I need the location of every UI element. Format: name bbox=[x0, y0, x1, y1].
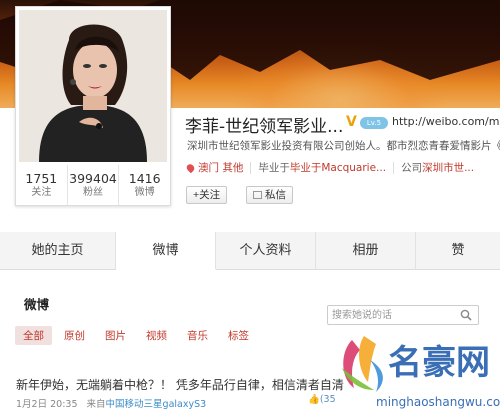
avatar-card: 1751 关注 399404 粉丝 1416 微博 bbox=[15, 6, 171, 206]
profile-intro: 深圳市世纪领军影业投资有限公司创始人。都市烈恋青春爱情影片《谁 bbox=[187, 140, 500, 152]
stat-label: 粉丝 bbox=[83, 187, 103, 198]
stats-row: 1751 关注 399404 粉丝 1416 微博 bbox=[16, 165, 170, 205]
stat-following[interactable]: 1751 关注 bbox=[16, 165, 68, 205]
profile-nav: 她的主页 微博 个人资料 相册 赞 bbox=[0, 232, 500, 270]
watermark-brand: 名豪网 bbox=[388, 343, 490, 383]
company-tag[interactable]: 深圳市世... bbox=[422, 160, 474, 175]
tab-profile-info[interactable]: 个人资料 bbox=[216, 232, 316, 270]
follow-button[interactable]: +关注 bbox=[186, 186, 228, 204]
message-label: 私信 bbox=[265, 189, 286, 201]
message-icon bbox=[253, 191, 262, 199]
like-icon: 👍 bbox=[308, 394, 320, 405]
post-text: 新年伊始，无端躺着中枪？！ 凭多年品行自律，相信清者自清 bbox=[16, 378, 344, 392]
filter-videos[interactable]: 视频 bbox=[138, 326, 175, 345]
feed-search bbox=[327, 305, 479, 325]
stat-posts[interactable]: 1416 微博 bbox=[119, 165, 170, 205]
post-time[interactable]: 1月2日 20:35 bbox=[16, 399, 78, 410]
tab-likes[interactable]: 赞 bbox=[416, 232, 500, 270]
tab-weibo[interactable]: 微博 bbox=[116, 232, 216, 270]
tab-home[interactable]: 她的主页 bbox=[0, 232, 116, 270]
stat-value: 1751 bbox=[25, 171, 58, 186]
company-prefix: 公司 bbox=[401, 162, 423, 174]
school-tag[interactable]: 毕业于Macquarie... bbox=[290, 160, 386, 175]
stat-followers[interactable]: 399404 粉丝 bbox=[68, 165, 120, 205]
post-source-prefix: 来自 bbox=[86, 399, 106, 410]
profile-name[interactable]: 李菲-世纪领军影业... bbox=[185, 112, 343, 137]
filter-tags[interactable]: 标签 bbox=[220, 326, 257, 345]
filter-images[interactable]: 图片 bbox=[97, 326, 134, 345]
level-badge[interactable]: Lv.5 bbox=[360, 117, 388, 129]
v-verified-icon[interactable]: V bbox=[346, 115, 358, 129]
post-meta: 1月2日 20:35 来自中国移动三星galaxyS3 bbox=[16, 396, 206, 410]
location-icon bbox=[185, 162, 196, 173]
stat-value: 399404 bbox=[69, 171, 117, 186]
filter-original[interactable]: 原创 bbox=[56, 326, 93, 345]
location-tag[interactable]: 澳门 其他 bbox=[198, 160, 243, 175]
stat-value: 1416 bbox=[128, 171, 161, 186]
feed-title: 微博 bbox=[24, 297, 50, 312]
school-tag-prefix: 毕业于 bbox=[258, 162, 290, 174]
profile-url-link[interactable]: http://weibo.com/macao bbox=[392, 115, 500, 128]
stat-label: 微博 bbox=[134, 187, 155, 198]
profile-tags: 澳门 其他 毕业于 毕业于Macquarie... 公司 深圳市世... bbox=[185, 160, 474, 175]
filter-music[interactable]: 音乐 bbox=[179, 326, 216, 345]
feed-filters: 全部 原创 图片 视频 音乐 标签 bbox=[15, 326, 261, 345]
tab-album[interactable]: 相册 bbox=[316, 232, 416, 270]
stat-label: 关注 bbox=[31, 187, 52, 198]
search-input[interactable] bbox=[332, 308, 452, 322]
message-button[interactable]: 私信 bbox=[246, 186, 293, 204]
search-icon[interactable] bbox=[460, 309, 472, 321]
filter-all[interactable]: 全部 bbox=[15, 326, 52, 345]
watermark-logo-icon: 名豪网 minghaoshangwu.com bbox=[342, 336, 500, 409]
watermark: 名豪网 minghaoshangwu.com bbox=[330, 330, 500, 411]
weibo-profile-page: 1751 关注 399404 粉丝 1416 微博 李菲-世纪领军影业... V… bbox=[0, 0, 500, 411]
post-source[interactable]: 中国移动三星galaxyS3 bbox=[106, 399, 207, 410]
watermark-url: minghaoshangwu.com bbox=[376, 395, 500, 409]
avatar[interactable] bbox=[19, 10, 167, 162]
